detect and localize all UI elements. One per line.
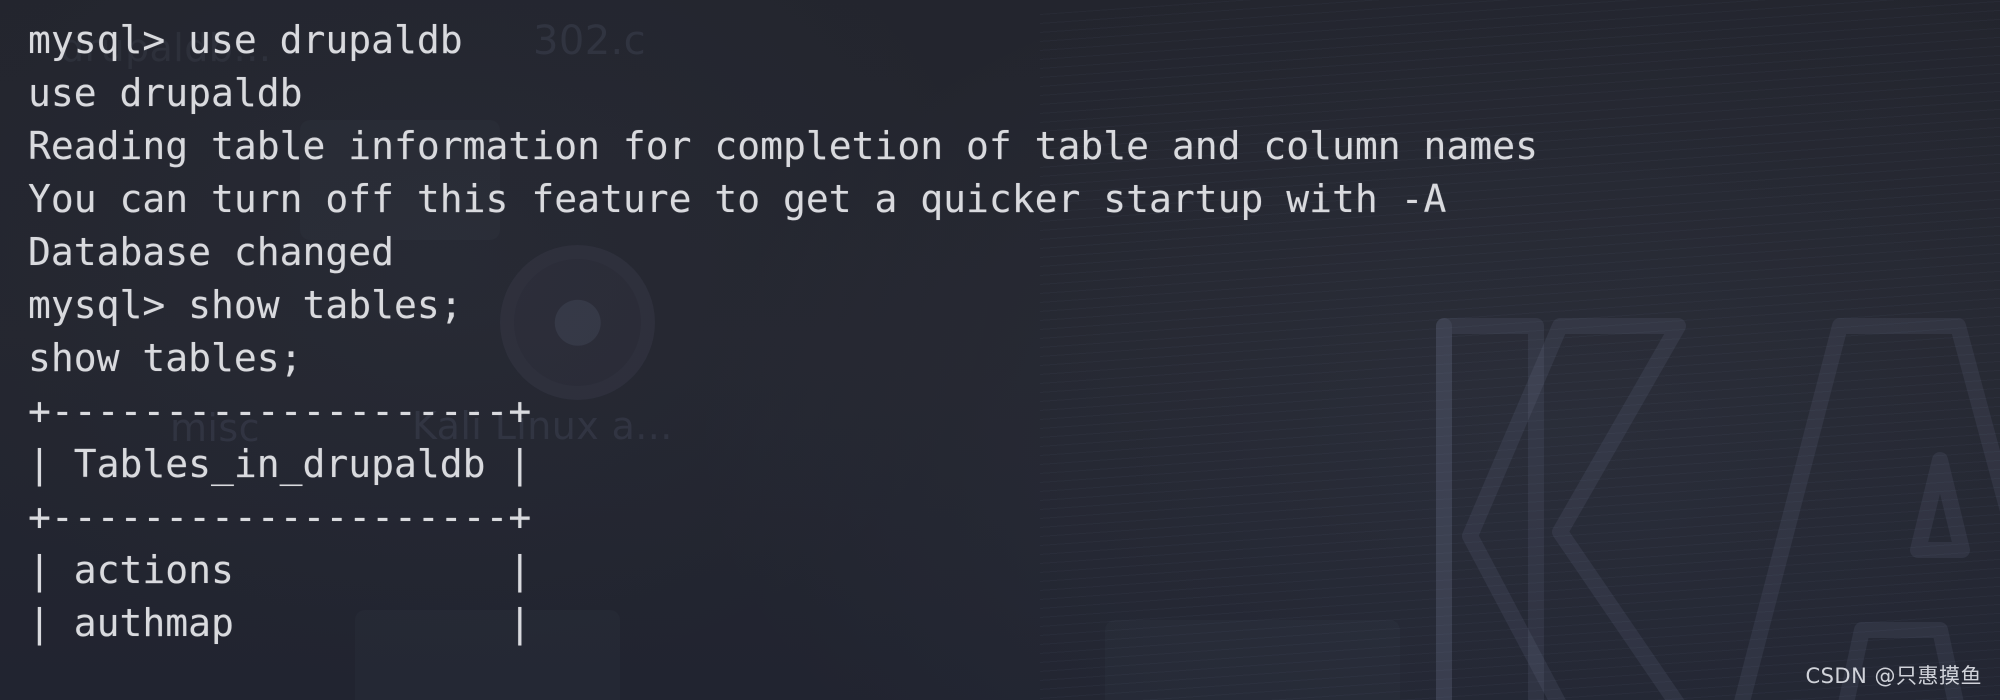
terminal-line: Database changed	[28, 230, 395, 274]
terminal-line: use drupaldb	[28, 71, 303, 115]
terminal-line: mysql> use drupaldb	[28, 18, 463, 62]
table-column-header: | Tables_in_drupaldb |	[28, 442, 532, 486]
terminal-line: mysql> show tables;	[28, 283, 463, 327]
table-border-mid: +--------------------+	[28, 495, 532, 539]
csdn-watermark: CSDN @只惠摸鱼	[1805, 664, 1982, 688]
terminal-line: You can turn off this feature to get a q…	[28, 177, 1447, 221]
terminal-output[interactable]: mysql> use drupaldb use drupaldb Reading…	[0, 0, 2000, 700]
terminal-screenshot: 302.c misc Kali Linux a... drupaldb… mys…	[0, 0, 2000, 700]
terminal-line: Reading table information for completion…	[28, 124, 1538, 168]
table-border-top: +--------------------+	[28, 389, 532, 433]
table-row: | actions |	[28, 548, 532, 592]
terminal-line: show tables;	[28, 336, 303, 380]
table-row: | authmap |	[28, 601, 532, 645]
